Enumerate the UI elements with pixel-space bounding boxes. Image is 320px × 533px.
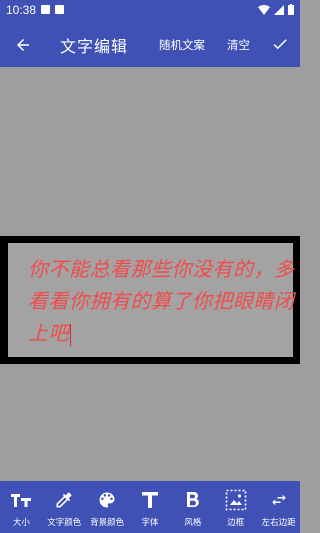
notification-icon [41,5,50,14]
notification-icons [41,5,64,14]
tool-label: 风格 [184,518,202,528]
edited-text-value: 你不能总看那些你没有的，多看看你拥有的算了你把眼睛闭上吧 [28,257,295,345]
status-bar: 10:38 [0,0,300,20]
clear-button[interactable]: 清空 [227,37,250,53]
tool-background-color[interactable]: 背景颜色 [86,481,129,533]
eyedropper-icon [53,489,75,511]
battery-icon [288,4,294,15]
back-button[interactable] [10,32,36,58]
arrow-back-icon [17,39,29,51]
bold-icon [182,489,204,511]
preview-canvas: 你不能总看那些你没有的，多看看你拥有的算了你把眼睛闭上吧 [0,67,300,481]
tool-label: 左右边距 [261,518,296,528]
image-icon [55,5,64,14]
tool-padding[interactable]: 左右边距 [257,481,300,533]
border-image-icon [225,489,247,511]
tool-label: 大小 [12,518,30,528]
check-icon [273,39,287,50]
status-time: 10:38 [6,3,37,17]
confirm-button[interactable] [268,32,292,56]
text-box[interactable]: 你不能总看那些你没有的，多看看你拥有的算了你把眼睛闭上吧 [0,236,300,364]
swap-horizontal-icon [268,489,290,511]
text-size-icon [10,489,32,511]
tool-label: 背景颜色 [90,518,125,528]
wifi-icon [258,4,270,15]
status-right [258,4,294,15]
tool-label: 边框 [227,518,245,528]
tool-size[interactable]: 大小 [0,481,43,533]
random-text-button[interactable]: 随机文案 [159,37,205,53]
edited-text[interactable]: 你不能总看那些你没有的，多看看你拥有的算了你把眼睛闭上吧 [28,253,298,349]
font-t-icon [139,489,161,511]
tool-style[interactable]: 风格 [171,481,214,533]
page-title: 文字编辑 [60,37,129,56]
tool-font[interactable]: 字体 [129,481,172,533]
text-cursor [70,323,71,346]
signal-icon [274,4,284,15]
tool-border[interactable]: 边框 [214,481,257,533]
tool-text-color[interactable]: 文字颜色 [43,481,86,533]
app-toolbar: 文字编辑 随机文案 清空 [0,20,300,67]
bottom-toolbar: 大小 文字颜色 背景颜色 字体 风格 边框 左右边距 [0,481,300,533]
tool-label: 字体 [141,518,159,528]
tool-label: 文字颜色 [47,518,82,528]
palette-icon [96,489,118,511]
text-box-inner: 你不能总看那些你没有的，多看看你拥有的算了你把眼睛闭上吧 [8,243,294,357]
